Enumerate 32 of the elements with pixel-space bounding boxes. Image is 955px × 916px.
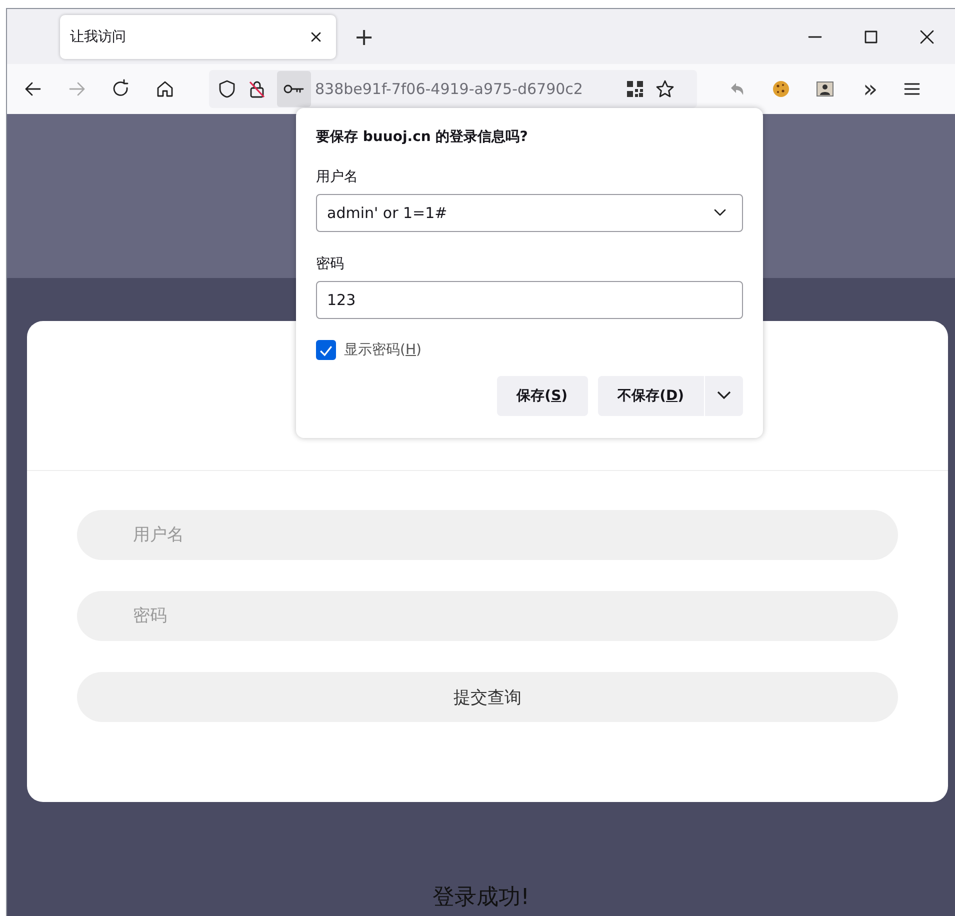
checkbox[interactable] <box>316 340 336 360</box>
popup-heading: 要保存 buuoj.cn 的登录信息吗? <box>316 128 529 146</box>
username-dropdown[interactable]: admin' or 1=1# <box>316 194 743 232</box>
close-icon[interactable] <box>310 30 322 42</box>
reload-icon[interactable] <box>111 79 131 99</box>
url-text[interactable]: 838be91f-7f06-4919-a975-d6790c2 <box>315 80 615 98</box>
shield-icon[interactable] <box>217 79 237 99</box>
key-icon[interactable] <box>283 82 305 96</box>
chevron-down-icon <box>714 209 726 217</box>
portrait-icon[interactable] <box>815 79 835 99</box>
overflow-menu-button[interactable]: » <box>859 79 882 99</box>
address-bar[interactable]: 838be91f-7f06-4919-a975-d6790c2 <box>209 70 697 108</box>
dont-save-button[interactable]: 不保存(D) <box>598 376 704 416</box>
star-icon[interactable] <box>655 79 675 99</box>
browser-tab[interactable]: 让我访问 <box>60 14 336 58</box>
save-button[interactable]: 保存(S) <box>496 376 588 416</box>
maximize-icon[interactable] <box>864 30 878 44</box>
password-field[interactable]: 123 <box>316 281 743 319</box>
qr-code-icon[interactable] <box>625 79 645 99</box>
close-icon[interactable] <box>920 30 934 44</box>
field-label: 用户名 <box>316 168 359 186</box>
cookie-icon[interactable] <box>771 79 791 99</box>
field-label: 密码 <box>316 255 345 273</box>
home-icon[interactable] <box>155 79 175 99</box>
success-message: 登录成功! <box>432 884 530 912</box>
password-field[interactable]: 密码 <box>77 591 898 641</box>
username-field[interactable]: 用户名 <box>77 510 898 560</box>
chevron-down-icon <box>717 391 731 400</box>
new-tab-button[interactable]: + <box>348 22 380 50</box>
checkbox-label: 显示密码(H) <box>344 341 422 359</box>
lock-crossed-icon[interactable] <box>247 79 267 99</box>
submit-button[interactable]: 提交查询 <box>77 672 898 722</box>
